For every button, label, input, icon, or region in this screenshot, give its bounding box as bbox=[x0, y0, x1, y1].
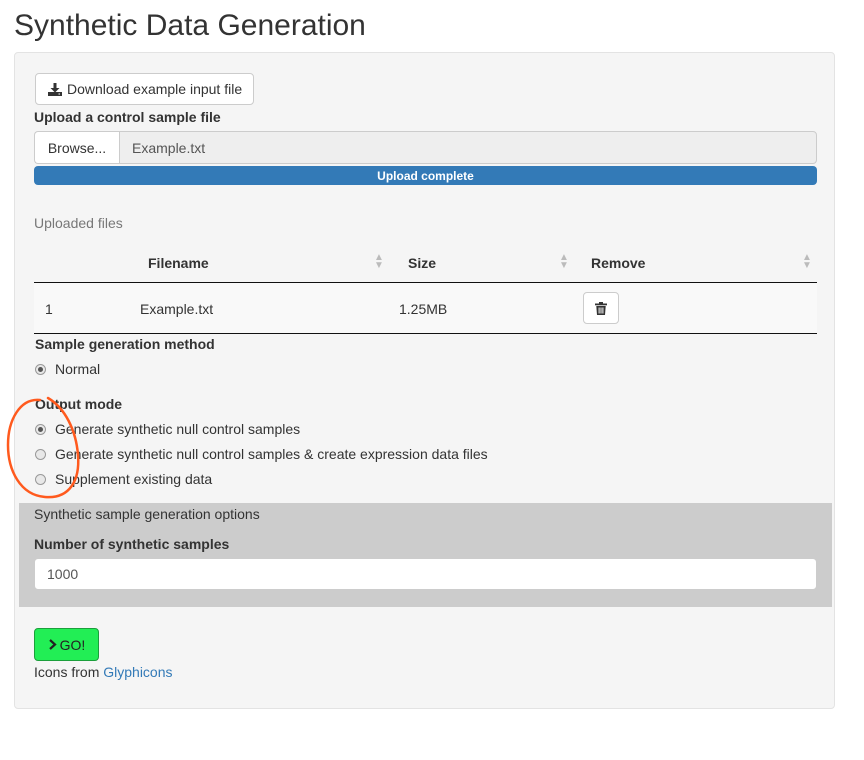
radio-label: Generate synthetic null control samples … bbox=[55, 446, 488, 462]
page-title: Synthetic Data Generation bbox=[14, 9, 366, 42]
upload-progress-text: Upload complete bbox=[377, 168, 474, 183]
table-header: Filename ▲ ▼ Size ▲ ▼ Remove ▲ ▼ bbox=[34, 245, 817, 283]
trash-icon bbox=[595, 301, 607, 315]
download-example-button[interactable]: Download example input file bbox=[35, 73, 254, 105]
table-row: 1 Example.txt 1.25MB bbox=[34, 283, 817, 334]
sample-method-label: Sample generation method bbox=[35, 336, 215, 352]
sort-icon[interactable]: ▲ ▼ bbox=[802, 253, 812, 271]
input-panel: Download example input file Upload a con… bbox=[14, 52, 835, 709]
synthetic-options-panel: Synthetic sample generation options Numb… bbox=[19, 503, 832, 607]
download-icon bbox=[48, 82, 62, 96]
sort-icon[interactable]: ▲ ▼ bbox=[559, 253, 569, 271]
sort-icon[interactable]: ▲ ▼ bbox=[374, 253, 384, 271]
radio-output-null-control-expression[interactable]: Generate synthetic null control samples … bbox=[35, 446, 488, 462]
row-index: 1 bbox=[45, 301, 53, 317]
glyphicons-link[interactable]: Glyphicons bbox=[103, 664, 172, 680]
radio-button[interactable] bbox=[35, 448, 46, 460]
download-example-label: Download example input file bbox=[67, 81, 243, 97]
column-header-filename[interactable]: Filename bbox=[148, 255, 209, 271]
radio-output-supplement[interactable]: Supplement existing data bbox=[35, 471, 212, 487]
go-button[interactable]: GO! bbox=[34, 628, 99, 661]
go-label: GO! bbox=[59, 636, 86, 653]
radio-label: Supplement existing data bbox=[55, 471, 213, 487]
radio-button[interactable] bbox=[35, 423, 46, 435]
radio-button[interactable] bbox=[35, 363, 46, 375]
column-header-remove[interactable]: Remove bbox=[591, 255, 645, 271]
radio-label: Normal bbox=[55, 361, 101, 377]
num-samples-label: Number of synthetic samples bbox=[34, 536, 230, 552]
uploaded-files-caption: Uploaded files bbox=[34, 215, 123, 231]
file-name-field[interactable]: Example.txt bbox=[119, 131, 817, 164]
icon-credits: Icons from Glyphicons bbox=[34, 664, 173, 680]
credits-prefix: Icons from bbox=[34, 664, 100, 680]
synthetic-options-caption: Synthetic sample generation options bbox=[34, 506, 260, 522]
radio-normal[interactable]: Normal bbox=[35, 361, 100, 377]
chevron-right-icon bbox=[48, 639, 57, 650]
remove-file-button[interactable] bbox=[583, 292, 619, 324]
num-samples-input[interactable]: 1000 bbox=[34, 558, 817, 590]
column-header-size[interactable]: Size bbox=[408, 255, 436, 271]
browse-button[interactable]: Browse... bbox=[34, 131, 119, 164]
control-file-label: Upload a control sample file bbox=[34, 109, 221, 125]
uploaded-files-table: Filename ▲ ▼ Size ▲ ▼ Remove ▲ ▼ 1 Example.… bbox=[34, 245, 817, 334]
row-filename: Example.txt bbox=[140, 301, 214, 317]
upload-progress-bar: Upload complete bbox=[34, 166, 817, 185]
file-upload-control: Browse... Example.txt bbox=[34, 131, 817, 164]
radio-label: Generate synthetic null control samples bbox=[55, 421, 301, 437]
row-size: 1.25MB bbox=[399, 301, 448, 317]
radio-button[interactable] bbox=[35, 473, 46, 485]
radio-output-null-control[interactable]: Generate synthetic null control samples bbox=[35, 421, 300, 437]
output-mode-label: Output mode bbox=[35, 396, 123, 412]
